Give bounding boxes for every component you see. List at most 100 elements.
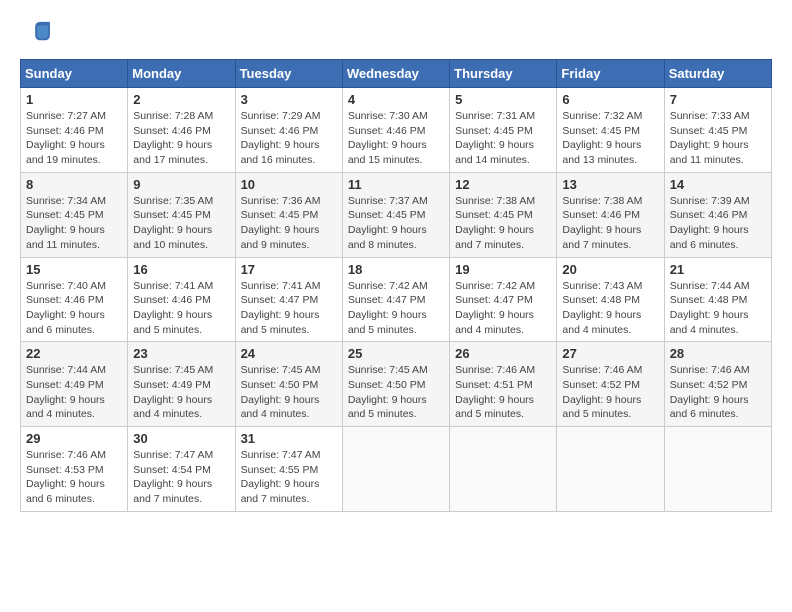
calendar-cell: 1 Sunrise: 7:27 AM Sunset: 4:46 PM Dayli…	[21, 88, 128, 173]
calendar-cell: 30 Sunrise: 7:47 AM Sunset: 4:54 PM Dayl…	[128, 427, 235, 512]
day-number: 17	[241, 262, 337, 277]
day-of-week-header: Wednesday	[342, 60, 449, 88]
calendar-cell: 14 Sunrise: 7:39 AM Sunset: 4:46 PM Dayl…	[664, 172, 771, 257]
day-number: 24	[241, 346, 337, 361]
calendar-cell: 15 Sunrise: 7:40 AM Sunset: 4:46 PM Dayl…	[21, 257, 128, 342]
day-info: Sunrise: 7:46 AM Sunset: 4:52 PM Dayligh…	[670, 363, 766, 422]
calendar-cell	[342, 427, 449, 512]
calendar-cell: 12 Sunrise: 7:38 AM Sunset: 4:45 PM Dayl…	[450, 172, 557, 257]
day-number: 4	[348, 92, 444, 107]
day-info: Sunrise: 7:31 AM Sunset: 4:45 PM Dayligh…	[455, 109, 551, 168]
day-info: Sunrise: 7:38 AM Sunset: 4:45 PM Dayligh…	[455, 194, 551, 253]
logo	[20, 20, 54, 49]
day-of-week-header: Friday	[557, 60, 664, 88]
day-number: 10	[241, 177, 337, 192]
day-info: Sunrise: 7:28 AM Sunset: 4:46 PM Dayligh…	[133, 109, 229, 168]
day-number: 8	[26, 177, 122, 192]
calendar-cell: 17 Sunrise: 7:41 AM Sunset: 4:47 PM Dayl…	[235, 257, 342, 342]
day-of-week-header: Thursday	[450, 60, 557, 88]
day-of-week-header: Monday	[128, 60, 235, 88]
day-info: Sunrise: 7:45 AM Sunset: 4:50 PM Dayligh…	[348, 363, 444, 422]
day-number: 5	[455, 92, 551, 107]
calendar-week-row: 22 Sunrise: 7:44 AM Sunset: 4:49 PM Dayl…	[21, 342, 772, 427]
logo-icon	[22, 20, 52, 44]
day-number: 21	[670, 262, 766, 277]
calendar-table: SundayMondayTuesdayWednesdayThursdayFrid…	[20, 59, 772, 512]
day-of-week-header: Tuesday	[235, 60, 342, 88]
day-of-week-header: Sunday	[21, 60, 128, 88]
day-number: 30	[133, 431, 229, 446]
day-info: Sunrise: 7:44 AM Sunset: 4:49 PM Dayligh…	[26, 363, 122, 422]
day-number: 9	[133, 177, 229, 192]
calendar-cell: 24 Sunrise: 7:45 AM Sunset: 4:50 PM Dayl…	[235, 342, 342, 427]
day-number: 2	[133, 92, 229, 107]
day-info: Sunrise: 7:44 AM Sunset: 4:48 PM Dayligh…	[670, 279, 766, 338]
day-number: 15	[26, 262, 122, 277]
day-info: Sunrise: 7:42 AM Sunset: 4:47 PM Dayligh…	[348, 279, 444, 338]
day-number: 1	[26, 92, 122, 107]
calendar-cell: 20 Sunrise: 7:43 AM Sunset: 4:48 PM Dayl…	[557, 257, 664, 342]
day-info: Sunrise: 7:30 AM Sunset: 4:46 PM Dayligh…	[348, 109, 444, 168]
day-info: Sunrise: 7:43 AM Sunset: 4:48 PM Dayligh…	[562, 279, 658, 338]
day-info: Sunrise: 7:38 AM Sunset: 4:46 PM Dayligh…	[562, 194, 658, 253]
day-info: Sunrise: 7:46 AM Sunset: 4:53 PM Dayligh…	[26, 448, 122, 507]
calendar-cell: 27 Sunrise: 7:46 AM Sunset: 4:52 PM Dayl…	[557, 342, 664, 427]
calendar-week-row: 8 Sunrise: 7:34 AM Sunset: 4:45 PM Dayli…	[21, 172, 772, 257]
day-number: 13	[562, 177, 658, 192]
calendar-cell: 8 Sunrise: 7:34 AM Sunset: 4:45 PM Dayli…	[21, 172, 128, 257]
day-number: 16	[133, 262, 229, 277]
day-info: Sunrise: 7:27 AM Sunset: 4:46 PM Dayligh…	[26, 109, 122, 168]
calendar-cell: 6 Sunrise: 7:32 AM Sunset: 4:45 PM Dayli…	[557, 88, 664, 173]
day-info: Sunrise: 7:33 AM Sunset: 4:45 PM Dayligh…	[670, 109, 766, 168]
day-info: Sunrise: 7:45 AM Sunset: 4:49 PM Dayligh…	[133, 363, 229, 422]
day-info: Sunrise: 7:46 AM Sunset: 4:51 PM Dayligh…	[455, 363, 551, 422]
calendar-cell	[557, 427, 664, 512]
day-info: Sunrise: 7:35 AM Sunset: 4:45 PM Dayligh…	[133, 194, 229, 253]
day-number: 6	[562, 92, 658, 107]
day-info: Sunrise: 7:36 AM Sunset: 4:45 PM Dayligh…	[241, 194, 337, 253]
calendar-cell: 10 Sunrise: 7:36 AM Sunset: 4:45 PM Dayl…	[235, 172, 342, 257]
calendar-cell: 23 Sunrise: 7:45 AM Sunset: 4:49 PM Dayl…	[128, 342, 235, 427]
calendar-cell: 13 Sunrise: 7:38 AM Sunset: 4:46 PM Dayl…	[557, 172, 664, 257]
calendar-cell: 21 Sunrise: 7:44 AM Sunset: 4:48 PM Dayl…	[664, 257, 771, 342]
day-info: Sunrise: 7:32 AM Sunset: 4:45 PM Dayligh…	[562, 109, 658, 168]
calendar-cell: 2 Sunrise: 7:28 AM Sunset: 4:46 PM Dayli…	[128, 88, 235, 173]
day-info: Sunrise: 7:41 AM Sunset: 4:46 PM Dayligh…	[133, 279, 229, 338]
calendar-week-row: 29 Sunrise: 7:46 AM Sunset: 4:53 PM Dayl…	[21, 427, 772, 512]
calendar-week-row: 1 Sunrise: 7:27 AM Sunset: 4:46 PM Dayli…	[21, 88, 772, 173]
day-info: Sunrise: 7:45 AM Sunset: 4:50 PM Dayligh…	[241, 363, 337, 422]
day-info: Sunrise: 7:41 AM Sunset: 4:47 PM Dayligh…	[241, 279, 337, 338]
calendar-cell: 4 Sunrise: 7:30 AM Sunset: 4:46 PM Dayli…	[342, 88, 449, 173]
day-info: Sunrise: 7:40 AM Sunset: 4:46 PM Dayligh…	[26, 279, 122, 338]
day-number: 25	[348, 346, 444, 361]
day-number: 19	[455, 262, 551, 277]
day-number: 11	[348, 177, 444, 192]
calendar-cell: 26 Sunrise: 7:46 AM Sunset: 4:51 PM Dayl…	[450, 342, 557, 427]
calendar-cell: 25 Sunrise: 7:45 AM Sunset: 4:50 PM Dayl…	[342, 342, 449, 427]
page-header	[20, 20, 772, 49]
calendar-cell: 5 Sunrise: 7:31 AM Sunset: 4:45 PM Dayli…	[450, 88, 557, 173]
day-of-week-header: Saturday	[664, 60, 771, 88]
day-info: Sunrise: 7:46 AM Sunset: 4:52 PM Dayligh…	[562, 363, 658, 422]
day-info: Sunrise: 7:47 AM Sunset: 4:55 PM Dayligh…	[241, 448, 337, 507]
calendar-cell: 7 Sunrise: 7:33 AM Sunset: 4:45 PM Dayli…	[664, 88, 771, 173]
day-info: Sunrise: 7:39 AM Sunset: 4:46 PM Dayligh…	[670, 194, 766, 253]
calendar-cell: 19 Sunrise: 7:42 AM Sunset: 4:47 PM Dayl…	[450, 257, 557, 342]
day-info: Sunrise: 7:47 AM Sunset: 4:54 PM Dayligh…	[133, 448, 229, 507]
calendar-cell: 9 Sunrise: 7:35 AM Sunset: 4:45 PM Dayli…	[128, 172, 235, 257]
calendar-cell: 11 Sunrise: 7:37 AM Sunset: 4:45 PM Dayl…	[342, 172, 449, 257]
day-number: 27	[562, 346, 658, 361]
calendar-cell: 22 Sunrise: 7:44 AM Sunset: 4:49 PM Dayl…	[21, 342, 128, 427]
calendar-week-row: 15 Sunrise: 7:40 AM Sunset: 4:46 PM Dayl…	[21, 257, 772, 342]
day-number: 28	[670, 346, 766, 361]
day-number: 29	[26, 431, 122, 446]
calendar-cell: 28 Sunrise: 7:46 AM Sunset: 4:52 PM Dayl…	[664, 342, 771, 427]
day-number: 14	[670, 177, 766, 192]
day-number: 26	[455, 346, 551, 361]
calendar-cell	[664, 427, 771, 512]
day-number: 31	[241, 431, 337, 446]
day-number: 18	[348, 262, 444, 277]
day-info: Sunrise: 7:42 AM Sunset: 4:47 PM Dayligh…	[455, 279, 551, 338]
calendar-cell	[450, 427, 557, 512]
calendar-cell: 16 Sunrise: 7:41 AM Sunset: 4:46 PM Dayl…	[128, 257, 235, 342]
